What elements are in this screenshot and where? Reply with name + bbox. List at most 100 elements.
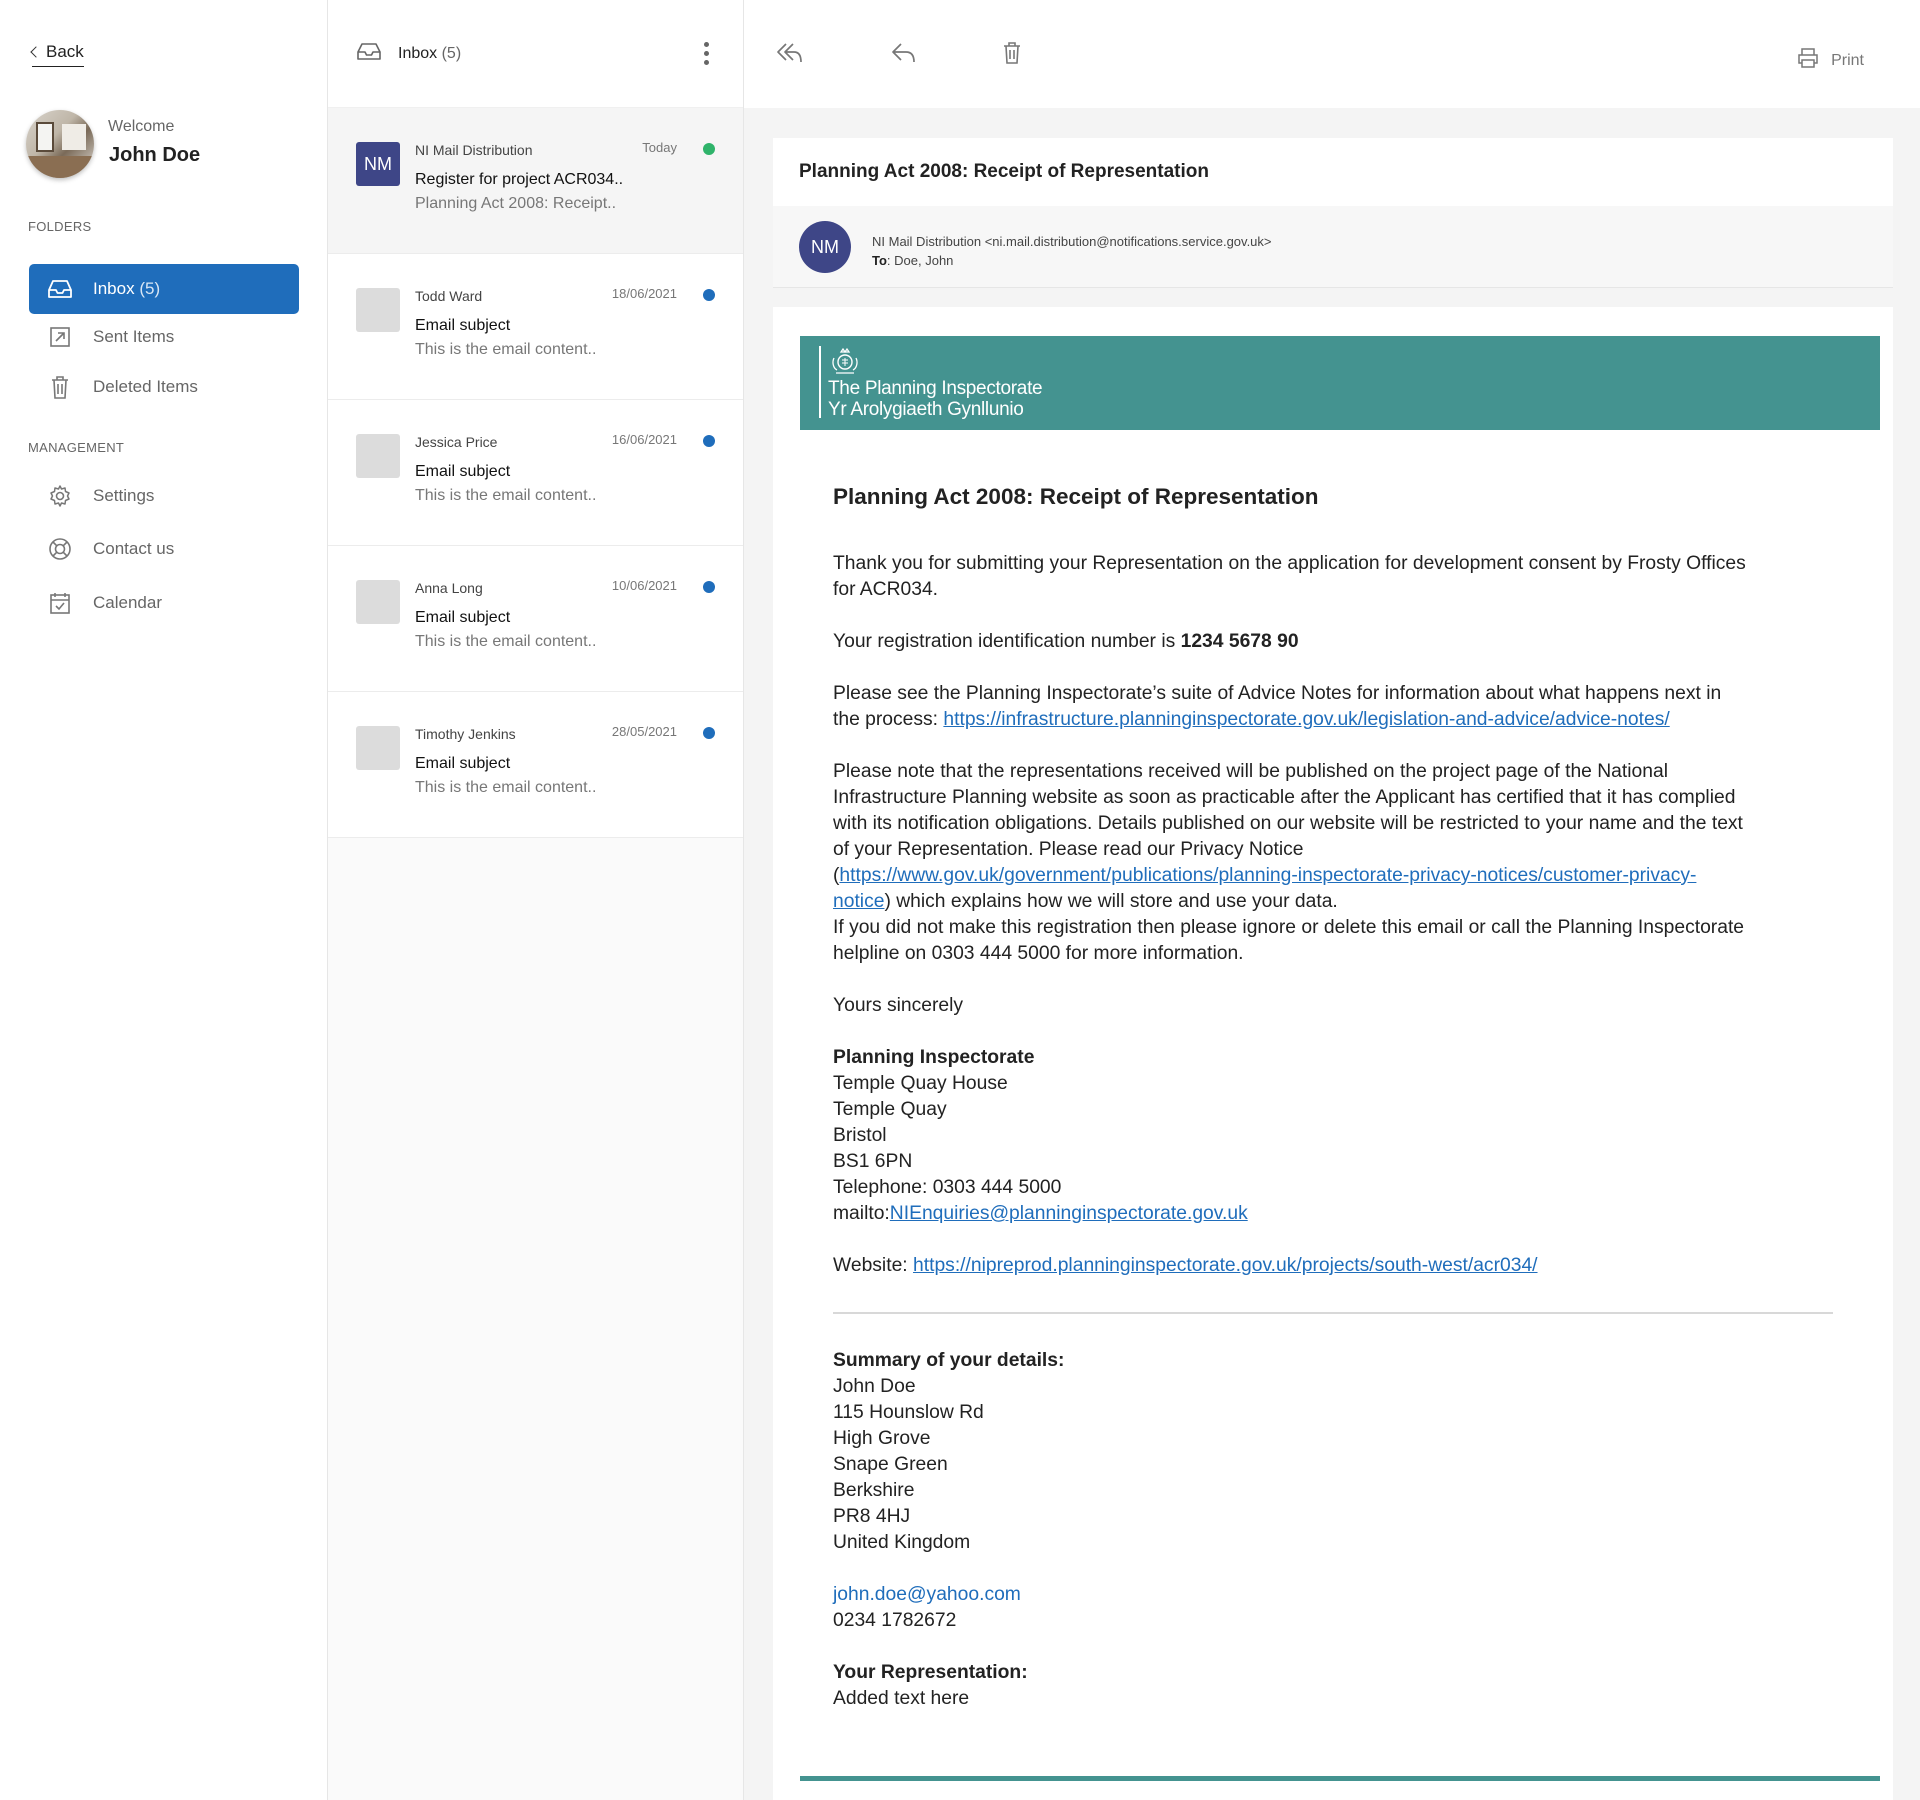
sidebar-item-deleted[interactable]: Deleted Items bbox=[29, 362, 299, 412]
message-subject: Email subject bbox=[415, 317, 511, 334]
divider bbox=[833, 1312, 1833, 1314]
folders-heading: FOLDERS bbox=[28, 219, 92, 234]
address-line: Temple Quay House bbox=[833, 1073, 1008, 1094]
reply-all-icon[interactable] bbox=[774, 40, 810, 70]
footer-bar bbox=[800, 1776, 1880, 1781]
inbox-count: (5) bbox=[139, 279, 161, 298]
summary-line: Snape Green bbox=[833, 1454, 948, 1475]
user-name: John Doe bbox=[109, 144, 201, 166]
list-item[interactable]: Anna Long 10/06/2021 Email subject This … bbox=[328, 546, 743, 692]
list-item[interactable]: Todd Ward 18/06/2021 Email subject This … bbox=[328, 254, 743, 400]
unread-dot bbox=[703, 143, 715, 155]
trash-icon bbox=[47, 374, 73, 400]
sidebar-item-label: Calendar bbox=[93, 593, 162, 612]
user-email-link[interactable]: john.doe@yahoo.com bbox=[833, 1582, 1753, 1608]
sidebar-item-settings[interactable]: Settings bbox=[29, 471, 299, 521]
sidebar-item-contact[interactable]: Contact us bbox=[29, 524, 299, 574]
email-from: NI Mail Distribution <ni.mail.distributi… bbox=[872, 234, 1272, 249]
enquiries-email-link[interactable]: NIEnquiries@planninginspectorate.gov.uk bbox=[890, 1203, 1248, 1224]
message-preview: This is the email content.. bbox=[415, 487, 597, 504]
advice-notes-link[interactable]: https://infrastructure.planninginspector… bbox=[943, 709, 1669, 730]
planning-inspectorate-banner: The Planning Inspectorate Yr Arolygiaeth… bbox=[800, 336, 1880, 430]
summary-line: Berkshire bbox=[833, 1480, 915, 1501]
sender-avatar bbox=[356, 288, 400, 332]
website-prefix: Website: bbox=[833, 1255, 914, 1276]
message-sender: NI Mail Distribution bbox=[415, 142, 533, 158]
list-item[interactable]: NM NI Mail Distribution Today Register f… bbox=[328, 108, 743, 254]
back-label: Back bbox=[46, 42, 84, 61]
unread-dot bbox=[703, 435, 715, 447]
email-body: The Planning Inspectorate Yr Arolygiaeth… bbox=[773, 307, 1893, 1800]
user-phone: 0234 1782672 bbox=[833, 1610, 957, 1631]
management-heading: MANAGEMENT bbox=[28, 440, 125, 455]
sidebar-item-label: Inbox bbox=[93, 279, 135, 298]
list-item[interactable]: Timothy Jenkins 28/05/2021 Email subject… bbox=[328, 692, 743, 838]
reply-icon[interactable] bbox=[888, 40, 924, 70]
project-website-link[interactable]: https://nipreprod.planninginspectorate.g… bbox=[913, 1255, 1538, 1276]
list-item[interactable]: Jessica Price 16/06/2021 Email subject T… bbox=[328, 400, 743, 546]
royal-crest-icon bbox=[828, 346, 862, 376]
back-link[interactable]: Back bbox=[30, 42, 84, 67]
to-label: To bbox=[872, 253, 887, 268]
paragraph-registration: Your registration identification number … bbox=[833, 629, 1753, 655]
representation-text: Added text here bbox=[833, 1688, 970, 1709]
chevron-left-icon bbox=[30, 46, 42, 58]
inbox-icon bbox=[47, 276, 73, 302]
message-subject: Email subject bbox=[415, 609, 511, 626]
message-sender: Anna Long bbox=[415, 580, 483, 596]
paragraph-helpline: If you did not make this registration th… bbox=[833, 917, 1745, 964]
list-header: Inbox (5) bbox=[328, 0, 743, 108]
list-title: Inbox bbox=[398, 44, 438, 62]
sidebar-item-inbox[interactable]: Inbox (5) bbox=[29, 264, 299, 314]
sidebar-item-label: Sent Items bbox=[93, 327, 175, 346]
org-name: Planning Inspectorate bbox=[833, 1047, 1035, 1068]
paragraph-advice: Please see the Planning Inspectorate’s s… bbox=[833, 681, 1753, 733]
unread-dot bbox=[703, 289, 715, 301]
sidebar-item-label: Settings bbox=[93, 486, 155, 505]
message-date: 10/06/2021 bbox=[611, 578, 677, 593]
registration-number: 1234 5678 90 bbox=[1180, 631, 1299, 652]
sender-avatar bbox=[356, 434, 400, 478]
sender-avatar: NM bbox=[356, 142, 400, 186]
message-date: Today bbox=[642, 140, 677, 155]
message-sender: Timothy Jenkins bbox=[415, 726, 516, 742]
delete-icon[interactable] bbox=[1001, 40, 1037, 70]
print-button[interactable]: Print bbox=[1797, 47, 1864, 74]
message-subject: Email subject bbox=[415, 463, 511, 480]
email-to: To: Doe, John bbox=[872, 253, 953, 268]
sidebar-item-calendar[interactable]: Calendar bbox=[29, 578, 299, 628]
address-line: BS1 6PN bbox=[833, 1151, 913, 1172]
more-options-icon[interactable] bbox=[704, 42, 709, 65]
summary-block: Summary of your details: John Doe 115 Ho… bbox=[833, 1348, 1753, 1556]
paragraph-privacy: Please note that the representations rec… bbox=[833, 759, 1753, 915]
message-sender: Todd Ward bbox=[415, 288, 483, 304]
message-date: 28/05/2021 bbox=[611, 724, 677, 739]
inbox-icon bbox=[356, 41, 382, 66]
email-heading: Planning Act 2008: Receipt of Representa… bbox=[833, 484, 1319, 509]
sidebar-item-label: Deleted Items bbox=[93, 377, 198, 396]
message-date: 16/06/2021 bbox=[611, 432, 677, 447]
signature-block: Planning Inspectorate Temple Quay House … bbox=[833, 1045, 1753, 1227]
contact-block: john.doe@yahoo.com 0234 1782672 bbox=[833, 1582, 1753, 1634]
sidebar-item-sent[interactable]: Sent Items bbox=[29, 312, 299, 362]
mailto-line: mailto:NIEnquiries@planninginspectorate.… bbox=[833, 1201, 1753, 1227]
sender-avatar: NM bbox=[799, 221, 851, 273]
mailto-prefix: mailto: bbox=[833, 1203, 890, 1224]
calendar-icon bbox=[47, 590, 73, 616]
printer-icon bbox=[1797, 47, 1819, 74]
print-label: Print bbox=[1831, 51, 1864, 69]
message-sender: Jessica Price bbox=[415, 434, 498, 450]
unread-dot bbox=[703, 581, 715, 593]
message-list: Inbox (5) NM NI Mail Distribution Today … bbox=[328, 0, 744, 1800]
sender-avatar bbox=[356, 580, 400, 624]
message-date: 18/06/2021 bbox=[611, 286, 677, 301]
message-preview: This is the email content.. bbox=[415, 341, 597, 358]
list-count: (5) bbox=[441, 44, 462, 62]
to-value: : Doe, John bbox=[886, 253, 954, 268]
reading-pane: Print Planning Act 2008: Receipt of Repr… bbox=[744, 0, 1920, 1800]
sender-avatar bbox=[356, 726, 400, 770]
sidebar: Back Welcome John Doe FOLDERS Inbox (5) … bbox=[0, 0, 328, 1800]
email-header: NM NI Mail Distribution <ni.mail.distrib… bbox=[773, 206, 1893, 288]
address-line: Bristol bbox=[833, 1125, 887, 1146]
message-preview: This is the email content.. bbox=[415, 633, 597, 650]
